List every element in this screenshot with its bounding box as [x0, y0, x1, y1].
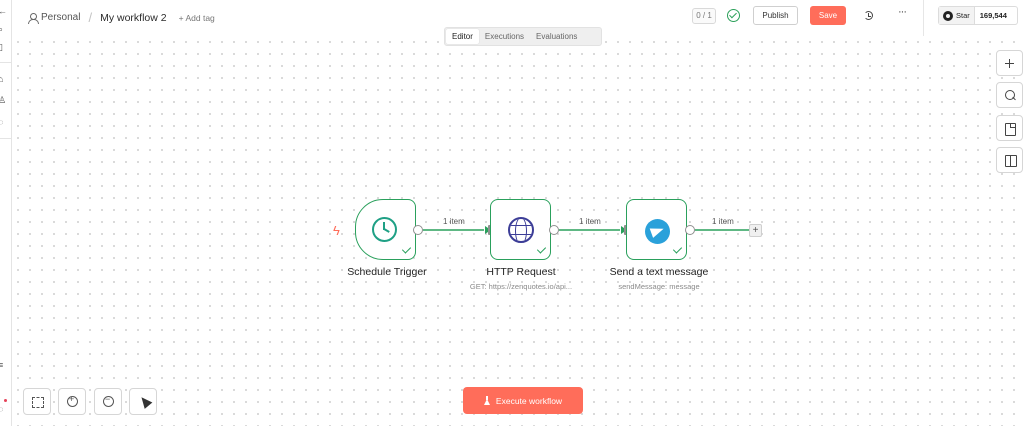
user-icon[interactable]: ♙	[0, 95, 8, 105]
workflow-title[interactable]: My workflow 2	[100, 12, 167, 24]
telegram-icon	[645, 219, 670, 244]
breadcrumb: Personal / My workflow 2 + Add tag	[28, 10, 215, 25]
output-handle[interactable]	[413, 225, 423, 235]
notification-dot	[4, 399, 7, 402]
node-subtitle: sendMessage: message	[618, 282, 700, 291]
connection-label: 1 item	[579, 217, 601, 226]
node-subtitle: GET: https://zenquotes.io/api...	[469, 282, 573, 291]
globe-icon	[508, 217, 534, 243]
tab-evaluations[interactable]: Evaluations	[530, 29, 583, 44]
person-icon	[28, 13, 39, 24]
add-next-node-button[interactable]: +	[749, 224, 762, 237]
add-node-button[interactable]	[996, 50, 1023, 76]
divider	[923, 0, 924, 36]
node-send-text-message[interactable]	[626, 199, 687, 260]
zoom-out-button[interactable]	[94, 388, 122, 415]
node-title: Schedule Trigger	[347, 266, 427, 278]
view-tabs: Editor Executions Evaluations	[444, 27, 602, 46]
node-title: Send a text message	[609, 266, 709, 278]
saved-check-icon	[727, 9, 740, 22]
connection-label: 1 item	[443, 217, 465, 226]
templates-icon[interactable]: ▯	[0, 42, 8, 52]
node-schedule-trigger[interactable]	[355, 199, 416, 260]
github-star-left: Star	[939, 7, 975, 24]
add-tag-link[interactable]: + Add tag	[179, 13, 215, 23]
trigger-bolt-icon: ϟ	[333, 223, 340, 238]
breadcrumb-separator: /	[88, 10, 93, 25]
active-counter: 0 / 1	[692, 8, 716, 24]
history-icon[interactable]	[864, 11, 873, 20]
search-icon[interactable]: ⌕	[0, 24, 8, 34]
flask-icon	[483, 396, 491, 405]
execute-workflow-label: Execute workflow	[495, 395, 563, 406]
connection-label: 1 item	[712, 217, 734, 226]
collapse-icon[interactable]: ←	[0, 6, 8, 16]
tab-editor[interactable]: Editor	[446, 29, 479, 44]
search-nodes-button[interactable]	[996, 82, 1023, 108]
toggle-panel-button[interactable]	[996, 147, 1023, 173]
output-handle[interactable]	[549, 225, 559, 235]
publish-button[interactable]: Publish	[753, 6, 798, 25]
node-http-request[interactable]	[490, 199, 551, 260]
github-icon	[943, 10, 953, 21]
execute-workflow-button[interactable]: Execute workflow	[463, 387, 583, 414]
project-link[interactable]: Personal	[41, 12, 80, 23]
success-check-icon	[672, 244, 683, 254]
github-star-label: Star	[956, 11, 970, 20]
divider	[0, 62, 11, 63]
divider	[0, 138, 11, 139]
stack-icon[interactable]: ≡	[0, 360, 8, 370]
notification-icon[interactable]: ı	[0, 383, 8, 393]
left-sidebar: ← ⌕ ▯ ⌂ ♙ ◌ ≡ ı ◌	[0, 0, 12, 426]
settings-icon[interactable]: ◌	[0, 404, 8, 414]
github-star-count: 169,544	[979, 11, 1007, 20]
select-tool-button[interactable]	[129, 388, 157, 415]
clock-icon	[372, 217, 397, 242]
fit-view-button[interactable]	[23, 388, 51, 415]
node-title: HTTP Request	[486, 266, 556, 278]
sticky-note-button[interactable]	[996, 115, 1023, 141]
home-icon[interactable]: ⌂	[0, 74, 8, 84]
success-check-icon	[536, 244, 547, 254]
success-check-icon	[401, 244, 412, 254]
tab-executions[interactable]: Executions	[479, 29, 530, 44]
zoom-in-button[interactable]	[58, 388, 86, 415]
more-options-icon[interactable]: ···	[898, 6, 907, 18]
output-handle[interactable]	[685, 225, 695, 235]
github-star-button[interactable]: Star 169,544	[938, 6, 1018, 25]
save-button[interactable]: Save	[810, 6, 846, 25]
help-icon[interactable]: ◌	[0, 117, 8, 127]
